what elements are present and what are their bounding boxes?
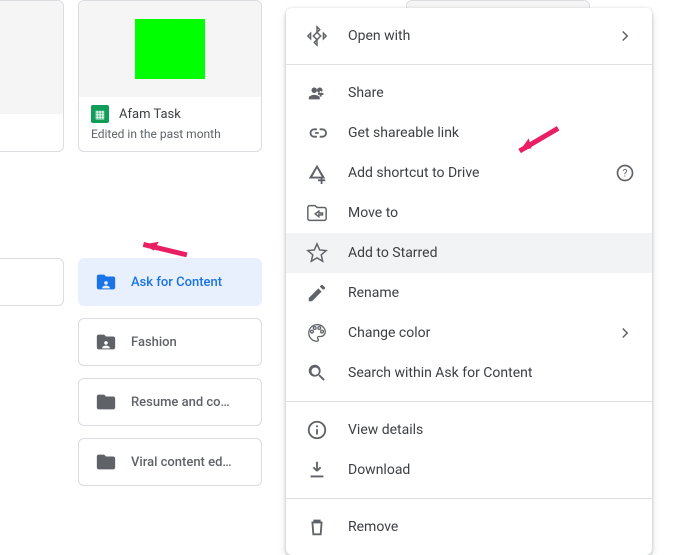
folder-card[interactable]: Resume and co…: [78, 378, 262, 426]
file-subtitle: Edited in the past month: [91, 127, 249, 141]
folder-title: Fashion: [131, 335, 177, 350]
drive-bg: …al St… ▦ Afam Task Edited in the past m…: [0, 0, 682, 550]
menu-open-with[interactable]: Open with: [286, 16, 652, 56]
palette-icon: [306, 322, 328, 344]
trash-icon: [306, 516, 328, 538]
menu-add-shortcut[interactable]: Add shortcut to Drive ?: [286, 153, 652, 193]
search-icon: [306, 362, 328, 384]
shared-folder-icon: [95, 271, 117, 293]
folder-card[interactable]: …is auj…: [0, 258, 64, 306]
link-icon: [306, 122, 328, 144]
star-icon: [306, 242, 328, 264]
folder-title: Resume and co…: [131, 395, 230, 410]
menu-label: Change color: [348, 325, 594, 341]
menu-search-within[interactable]: Search within Ask for Content: [286, 353, 652, 393]
open-with-icon: [306, 25, 328, 47]
context-menu: Open with Share Get shareable link Add s…: [286, 8, 652, 555]
info-icon: [306, 419, 328, 441]
menu-label: Download: [348, 462, 636, 478]
menu-get-link[interactable]: Get shareable link: [286, 113, 652, 153]
rename-icon: [306, 282, 328, 304]
menu-view-details[interactable]: View details: [286, 410, 652, 450]
file-card[interactable]: ▦ Afam Task Edited in the past month: [78, 0, 262, 152]
folder-card[interactable]: Viral content ed…: [78, 438, 262, 486]
menu-separator: [286, 498, 652, 499]
chevron-right-icon: [614, 27, 636, 45]
menu-label: Open with: [348, 28, 594, 44]
folder-title: Viral content ed…: [131, 455, 232, 470]
menu-label: View details: [348, 422, 636, 438]
menu-label: Rename: [348, 285, 636, 301]
menu-label: Share: [348, 85, 636, 101]
sheets-icon: ▦: [91, 105, 109, 123]
drive-shortcut-icon: [306, 162, 328, 184]
file-preview: [79, 1, 261, 97]
menu-change-color[interactable]: Change color: [286, 313, 652, 353]
menu-separator: [286, 64, 652, 65]
help-icon[interactable]: ?: [614, 163, 636, 183]
move-to-icon: [306, 202, 328, 224]
folder-icon: [95, 451, 117, 473]
shared-folder-icon: [95, 331, 117, 353]
menu-separator: [286, 401, 652, 402]
menu-rename[interactable]: Rename: [286, 273, 652, 313]
menu-remove[interactable]: Remove: [286, 507, 652, 547]
folder-icon: [95, 391, 117, 413]
menu-download[interactable]: Download: [286, 450, 652, 490]
file-title: Afam Task: [119, 107, 181, 122]
file-card[interactable]: …al St…: [0, 0, 64, 152]
menu-add-starred[interactable]: Add to Starred: [286, 233, 652, 273]
menu-share[interactable]: Share: [286, 73, 652, 113]
svg-text:?: ?: [623, 168, 628, 179]
chevron-right-icon: [614, 324, 636, 342]
folder-card[interactable]: Fashion: [78, 318, 262, 366]
menu-label: Remove: [348, 519, 636, 535]
menu-label: Get shareable link: [348, 125, 636, 141]
file-preview: [0, 1, 63, 114]
menu-label: Move to: [348, 205, 636, 221]
menu-label: Add to Starred: [348, 245, 636, 261]
folder-title: Ask for Content: [131, 275, 222, 290]
menu-label: Search within Ask for Content: [348, 365, 636, 381]
share-icon: [306, 82, 328, 104]
folder-card-selected[interactable]: Ask for Content: [78, 258, 262, 306]
download-icon: [306, 459, 328, 481]
menu-move-to[interactable]: Move to: [286, 193, 652, 233]
menu-label: Add shortcut to Drive: [348, 165, 594, 181]
